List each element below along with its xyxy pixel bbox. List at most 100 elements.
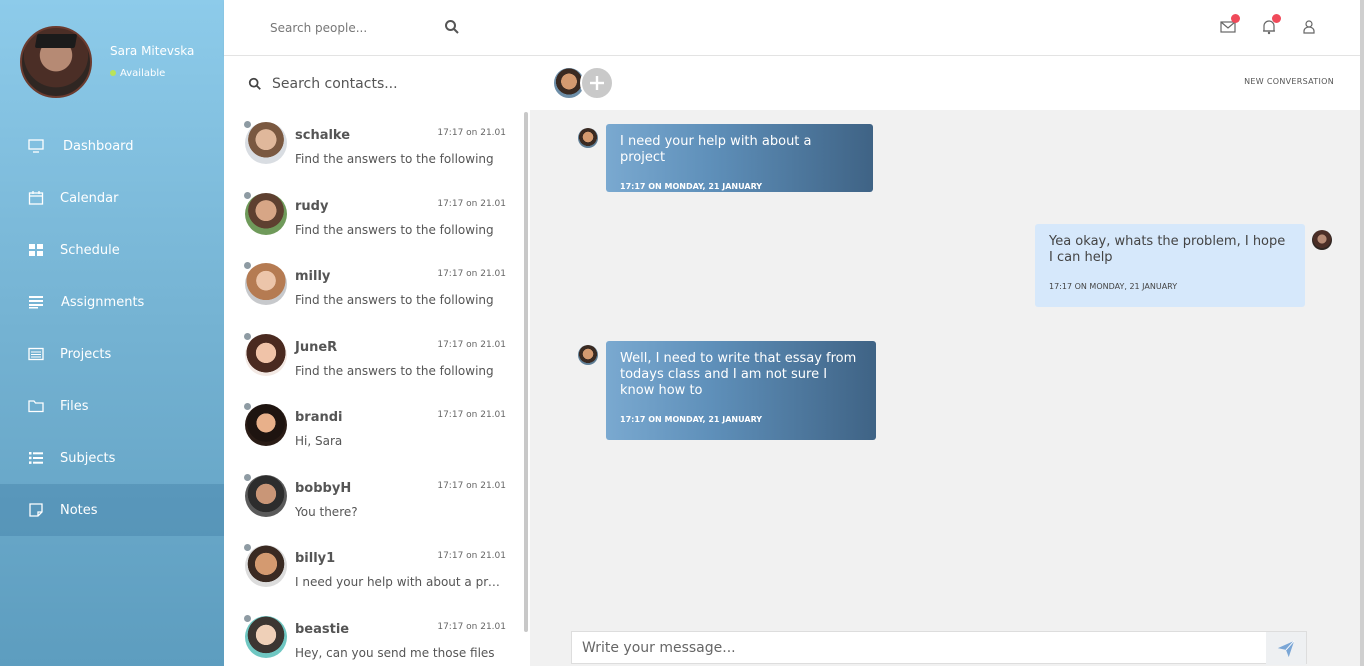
contact-avatar xyxy=(245,263,287,305)
contact-avatar xyxy=(245,545,287,587)
window-scrollbar[interactable] xyxy=(1360,0,1364,666)
contact-time: 17:17 on 21.01 xyxy=(437,269,506,279)
contacts-search xyxy=(248,74,492,94)
sidebar: Sara Mitevska Available Dashboard Calend… xyxy=(0,0,224,666)
contacts-scrollbar[interactable] xyxy=(524,112,528,632)
contact-avatar xyxy=(245,333,287,376)
sidebar-item-label: Dashboard xyxy=(63,138,134,154)
user-avatar[interactable] xyxy=(20,26,92,98)
search-contacts-input[interactable] xyxy=(272,76,492,92)
contact-avatar xyxy=(245,192,287,235)
contact-list: schalke 17:17 on 21.01 Find the answers to… xyxy=(224,112,526,666)
user-status: Available xyxy=(110,68,165,79)
contact-name: milly xyxy=(295,269,331,284)
sender-avatar xyxy=(578,128,598,148)
contact-time: 17:17 on 21.01 xyxy=(437,128,506,138)
contact-name: JuneR xyxy=(295,339,338,355)
contacts-panel: schalke 17:17 on 21.01 Find the answers to… xyxy=(224,56,530,666)
message-time: 17:17 ON MONDAY, 21 JANUARY xyxy=(620,182,763,191)
add-participant-button[interactable] xyxy=(580,66,614,100)
sidebar-item-schedule[interactable]: Schedule xyxy=(0,224,224,276)
contact-item[interactable]: rudy 17:17 on 21.01 Find the answers to th… xyxy=(224,183,526,254)
sidebar-item-dashboard[interactable]: Dashboard xyxy=(0,120,224,172)
bell-icon[interactable] xyxy=(1260,14,1281,36)
mail-icon[interactable] xyxy=(1219,14,1240,36)
contact-last-message: Find the answers to the following xyxy=(295,363,494,378)
contact-name: bobbyH xyxy=(295,480,352,496)
sidebar-item-assignments[interactable]: Assignments xyxy=(0,276,224,328)
sidebar-item-label: Subjects xyxy=(60,450,116,466)
contact-time: 17:17 on 21.01 xyxy=(437,551,506,561)
bell-badge xyxy=(1272,14,1281,23)
message-text: Well, I need to write that essay from to… xyxy=(620,351,857,398)
presence-dot-icon xyxy=(243,190,252,200)
contact-item[interactable]: bobbyH 17:17 on 21.01 You there? xyxy=(224,465,526,536)
grid-icon xyxy=(28,243,44,257)
contact-avatar xyxy=(245,122,287,164)
list-icon xyxy=(28,295,44,309)
sidebar-item-files[interactable]: Files xyxy=(0,380,224,432)
contact-time: 17:17 on 21.01 xyxy=(437,480,506,491)
mail-badge xyxy=(1231,14,1240,23)
contact-name: billy1 xyxy=(295,551,336,566)
contact-last-message: Find the answers to the following xyxy=(295,222,494,237)
note-icon xyxy=(28,503,44,517)
message-incoming: I need your help with about a project 17… xyxy=(606,124,873,192)
message-time: 17:17 ON MONDAY, 21 JANUARY xyxy=(1049,282,1178,291)
contact-time: 17:17 on 21.01 xyxy=(437,198,506,209)
plus-icon xyxy=(590,76,604,90)
contact-last-message: You there? xyxy=(295,504,358,519)
contact-name: rudy xyxy=(295,198,329,214)
search-people-input[interactable] xyxy=(270,18,470,38)
sidebar-item-label: Projects xyxy=(60,346,112,362)
sidebar-item-label: Assignments xyxy=(61,294,145,310)
send-button[interactable] xyxy=(1266,632,1306,665)
sidebar-item-notes[interactable]: Notes xyxy=(0,484,224,536)
search-icon xyxy=(248,77,261,90)
contact-avatar xyxy=(245,615,287,658)
user-status-label: Available xyxy=(120,68,166,79)
contact-last-message: I need your help with about a project xyxy=(295,575,507,589)
sidebar-item-label: Calendar xyxy=(60,190,119,206)
contact-name: schalke xyxy=(295,128,351,143)
new-conversation-link[interactable]: NEW CONVERSATION xyxy=(1244,77,1334,86)
contact-item[interactable]: milly 17:17 on 21.01 Find the answers to t… xyxy=(224,253,526,324)
presence-dot-icon xyxy=(243,402,252,411)
contact-item[interactable]: schalke 17:17 on 21.01 Find the answers to… xyxy=(224,112,526,183)
sidebar-item-label: Files xyxy=(60,398,89,414)
contact-item[interactable]: JuneR 17:17 on 21.01 Find the answers to t… xyxy=(224,324,526,395)
message-time: 17:17 ON MONDAY, 21 JANUARY xyxy=(620,415,763,424)
contact-item[interactable]: beastie 17:17 on 21.01 Hey, can you send m… xyxy=(224,606,526,666)
contact-time: 17:17 on 21.01 xyxy=(437,339,506,350)
sidebar-item-subjects[interactable]: Subjects xyxy=(0,432,224,484)
sidebar-item-label: Notes xyxy=(60,502,98,518)
contact-item[interactable]: brandi 17:17 on 21.01 Hi, Sara xyxy=(224,394,526,465)
own-avatar xyxy=(1312,230,1332,250)
send-icon xyxy=(1277,640,1295,657)
contact-last-message: Hey, can you send me those files xyxy=(295,645,495,660)
message-input[interactable] xyxy=(582,638,1262,658)
contact-last-message: Find the answers to the following xyxy=(295,152,494,166)
sidebar-item-calendar[interactable]: Calendar xyxy=(0,172,224,224)
presence-dot-icon xyxy=(243,613,252,623)
contact-item[interactable]: billy1 17:17 on 21.01 I need your help wit… xyxy=(224,535,526,606)
contact-time: 17:17 on 21.01 xyxy=(437,410,506,420)
user-icon[interactable] xyxy=(1300,18,1318,36)
folder-icon xyxy=(28,399,44,413)
projects-icon xyxy=(28,347,44,361)
search-icon[interactable] xyxy=(444,19,460,35)
bullets-icon xyxy=(28,451,44,465)
chat-messages: I need your help with about a project 17… xyxy=(530,110,1364,666)
message-text: Yea okay, whats the problem, I hope I ca… xyxy=(1049,234,1286,265)
user-name: Sara Mitevska xyxy=(110,44,195,58)
contact-last-message: Find the answers to the following xyxy=(295,293,494,307)
contact-time: 17:17 on 21.01 xyxy=(437,621,506,632)
message-text: I need your help with about a project xyxy=(620,134,812,165)
presence-dot-icon xyxy=(243,120,252,129)
sidebar-nav: Dashboard Calendar Schedule Assignments … xyxy=(0,120,224,536)
sidebar-item-projects[interactable]: Projects xyxy=(0,328,224,380)
monitor-icon xyxy=(28,139,44,153)
presence-dot-icon xyxy=(243,472,252,482)
contact-name: brandi xyxy=(295,410,343,425)
contact-avatar xyxy=(245,474,287,517)
